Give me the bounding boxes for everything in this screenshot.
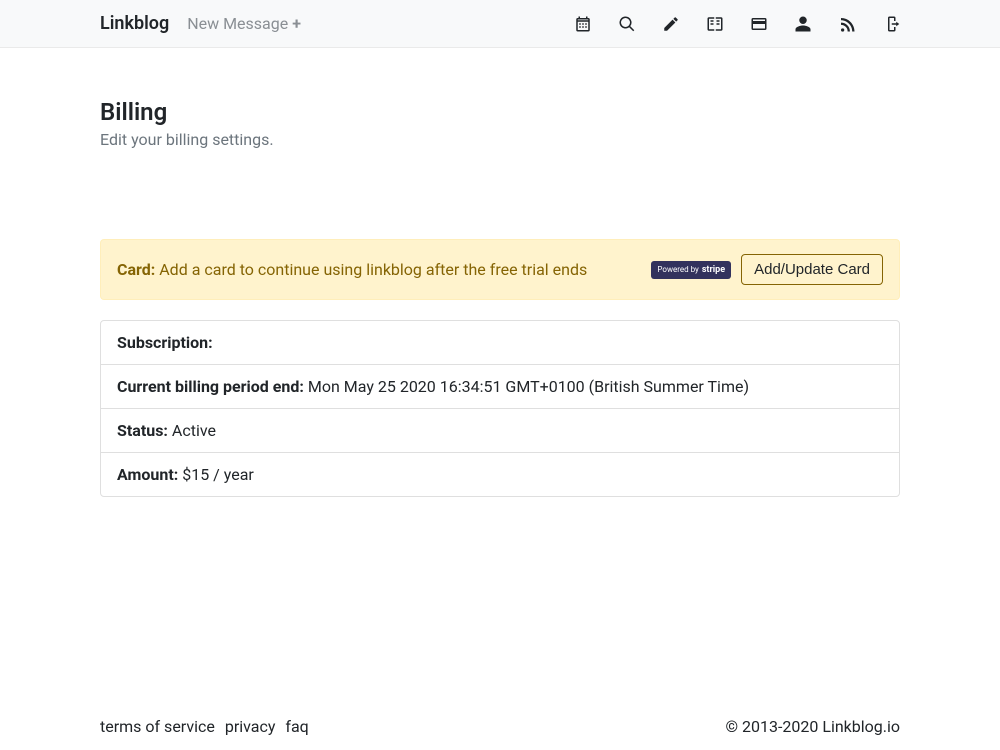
plus-icon: + <box>292 14 301 33</box>
card-icon[interactable] <box>750 15 768 33</box>
privacy-link[interactable]: privacy <box>225 717 276 736</box>
footer: terms of service privacy faq © 2013-2020… <box>0 717 1000 736</box>
page-subtitle: Edit your billing settings. <box>100 130 900 149</box>
rss-icon[interactable] <box>838 15 856 33</box>
alert-message: Add a card to continue using linkblog af… <box>159 260 587 279</box>
search-icon[interactable] <box>618 15 636 33</box>
book-icon[interactable] <box>706 15 724 33</box>
new-message-label: New Message <box>187 14 288 33</box>
subscription-header-label: Subscription: <box>117 333 213 352</box>
status-row: Status: Active <box>101 409 899 453</box>
calendar-icon[interactable] <box>574 15 592 33</box>
top-nav: Linkblog New Message + <box>0 0 1000 48</box>
alert-text: Card: Add a card to continue using linkb… <box>117 260 651 279</box>
stripe-badge: Powered by stripe <box>651 261 731 279</box>
footer-links: terms of service privacy faq <box>100 717 315 736</box>
footer-copyright: © 2013-2020 Linkblog.io <box>725 717 900 736</box>
new-message-link[interactable]: New Message + <box>187 14 301 33</box>
alert-label: Card: <box>117 260 155 279</box>
billing-period-label: Current billing period end: <box>117 377 304 396</box>
amount-label: Amount: <box>117 465 178 484</box>
amount-row: Amount: $15 / year <box>101 453 899 496</box>
page-title: Billing <box>100 98 900 126</box>
billing-period-row: Current billing period end: Mon May 25 2… <box>101 365 899 409</box>
status-value: Active <box>172 421 216 440</box>
main-content: Billing Edit your billing settings. Card… <box>0 48 1000 497</box>
subscription-panel: Subscription: Current billing period end… <box>100 320 900 497</box>
status-label: Status: <box>117 421 168 440</box>
add-update-card-button[interactable]: Add/Update Card <box>741 254 883 285</box>
logout-icon[interactable] <box>882 15 900 33</box>
amount-value: $15 / year <box>182 465 254 484</box>
stripe-badge-word: stripe <box>702 265 725 275</box>
terms-link[interactable]: terms of service <box>100 717 215 736</box>
pencil-icon[interactable] <box>662 15 680 33</box>
faq-link[interactable]: faq <box>285 717 308 736</box>
user-icon[interactable] <box>794 15 812 33</box>
stripe-badge-prefix: Powered by <box>657 265 698 274</box>
subscription-header-row: Subscription: <box>101 321 899 365</box>
card-alert: Card: Add a card to continue using linkb… <box>100 239 900 300</box>
brand-logo[interactable]: Linkblog <box>100 13 169 34</box>
nav-icon-group <box>574 15 900 33</box>
billing-period-value: Mon May 25 2020 16:34:51 GMT+0100 (Briti… <box>308 377 749 396</box>
